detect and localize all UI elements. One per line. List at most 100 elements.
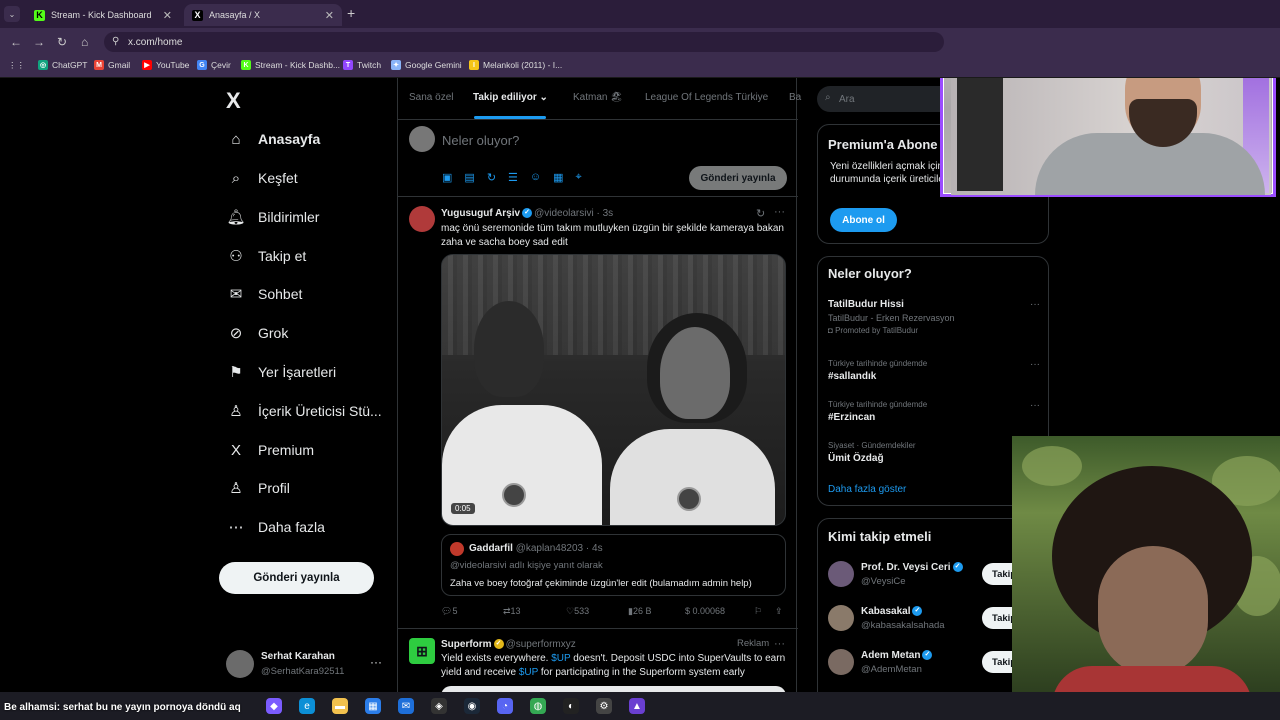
follow-suggestion[interactable]: Adem Metan ✓ @AdemMetan Takip et [828,649,1042,679]
reply-button[interactable]: 💬︎ 5 [441,606,457,617]
forward-icon[interactable]: → [33,35,45,49]
bookmark-item[interactable]: G Çevir [197,60,231,70]
views-button[interactable]: ▮ 26 B [628,606,651,617]
browser-tab-x[interactable]: X Anasayfa / X ✕ [184,4,342,26]
like-button[interactable]: ♡ 533 [566,606,589,617]
store-icon[interactable]: ▦ [365,698,381,714]
close-icon[interactable]: ✕ [163,9,172,22]
folder-icon[interactable]: ▬ [332,698,348,714]
edge-icon[interactable]: e [299,698,315,714]
tweet-author[interactable]: Yugusuguf Arşiv ✓ @videolarsivi · 3s [441,208,613,219]
discord-icon[interactable]: ◔ [497,698,513,714]
address-bar-row: ← → ↻ ⌂ ⚲ x.com/home [0,28,1280,56]
sidebar-item[interactable]: ⌂ Anasayfa [226,124,320,154]
bookmark-item[interactable]: K Stream - Kick Dashb... [241,60,340,70]
tab-ba[interactable]: Ba [789,92,801,103]
tab-katman[interactable]: Katman 🏖 [573,92,623,103]
poll-icon[interactable]: ☰ [508,171,518,184]
retweet-button[interactable]: ⇄ 13 [503,606,521,617]
image-icon[interactable]: ▣ [442,171,452,184]
settings-icon[interactable]: ⚙ [596,698,612,714]
mail-app-icon[interactable]: ✉ [398,698,414,714]
trend-item[interactable]: Siyaset · Gündemdekiler Ümit Özdağ [828,441,1040,464]
compose-input[interactable]: Neler oluyor? [442,133,519,148]
location-icon[interactable]: ⌖ [576,171,582,184]
follow-suggestion[interactable]: Kabasakal ✓ @kabasakalsahada Takip et [828,605,1042,635]
trend-context: Türkiye tarihinde gündemde [828,359,928,368]
browser-tab-kick[interactable]: K Stream - Kick Dashboard ✕ [26,4,180,26]
bookmark-item[interactable]: I Melankoli (2011) - I... [469,60,562,70]
back-icon[interactable]: ← [10,35,22,49]
emoji-icon[interactable]: ☺ [530,171,541,184]
sidebar-item[interactable]: ⋯ Daha fazla [226,512,325,542]
tab-following[interactable]: Takip ediliyor ⌄ [473,92,548,103]
more-icon[interactable]: ··· [774,638,785,650]
cashtag-link[interactable]: $UP [519,667,538,678]
who-to-follow-title: Kimi takip etmeli [828,529,932,544]
reload-icon[interactable]: ↻ [57,35,67,49]
tweet-author[interactable]: Superform ✓ @superformxyz [441,639,576,650]
close-icon[interactable]: ✕ [325,9,334,22]
bookmark-item[interactable]: ◎ ChatGPT [38,60,87,70]
subscribe-button[interactable]: Abone ol [830,208,897,232]
show-more-link[interactable]: Daha fazla göster [828,484,906,495]
sidebar-item-label: Profil [258,480,290,496]
sidebar-item[interactable]: ⚑ Yer İşaretleri [226,357,336,387]
sidebar-item[interactable]: ✉ Sohbet [226,279,303,309]
app-icon[interactable]: ◈ [431,698,447,714]
trend-item[interactable]: Türkiye tarihinde gündemde #Erzincan ··· [828,400,1040,423]
avatar[interactable] [409,206,435,232]
bookmark-item[interactable]: ▶ YouTube [142,60,189,70]
url-field[interactable]: ⚲ x.com/home [104,32,944,52]
tweet-video[interactable]: 0:05 [441,254,786,526]
site-info-icon[interactable]: ⚲ [112,36,119,47]
bookmark-item[interactable]: M Gmail [94,60,130,70]
grok-icon[interactable]: ↻ [756,207,765,220]
apps-grid-icon[interactable]: ⋮⋮ [8,60,25,71]
share-icon[interactable]: ⇪ [775,606,783,617]
more-icon[interactable]: ··· [1030,400,1040,411]
sidebar-item[interactable]: 🔔︎ Bildirimler [226,202,319,232]
cashtag-link[interactable]: $UP [551,653,570,664]
sidebar-item[interactable]: ⌕ Keşfet [226,163,298,193]
more-icon[interactable]: ··· [774,206,785,218]
more-icon[interactable]: ··· [370,655,382,669]
compose-post-button[interactable]: Gönderi yayınla [689,166,787,190]
sidebar-item[interactable]: X Premium [226,435,314,465]
tweet-actions: 💬︎ 5 ⇄ 13 ♡ 533 ▮ 26 B $ 0.00068 ⚐ ⇪ [441,606,786,620]
bell-icon: 🔔︎ [226,209,246,226]
copilot-icon[interactable]: ◆ [266,698,282,714]
account-switcher[interactable]: Serhat Karahan @SerhatKara92511 ··· [226,650,386,680]
trend-sub: TatilBudur - Erken Rezervasyon [828,313,955,323]
tab-lol-turkiye[interactable]: League Of Legends Türkiye [645,92,768,103]
bookmark-item[interactable]: ✦ Google Gemini [391,60,462,70]
trend-item[interactable]: TatilBudur Hissi TatilBudur - Erken Reze… [828,299,1040,335]
schedule-icon[interactable]: ▦ [553,171,563,184]
sidebar-item[interactable]: ♙ Profil [226,473,290,503]
post-button[interactable]: Gönderi yayınla [219,562,374,594]
sidebar-item[interactable]: ⚇ Takip et [226,241,306,271]
webcam-chair [957,78,1003,191]
follow-suggestion[interactable]: Prof. Dr. Veysi Ceri ✓ @VeysiCe Takip et [828,561,1042,591]
steam-icon[interactable]: ◉ [464,698,480,714]
tab-label: Stream - Kick Dashboard [51,10,152,20]
more-icon[interactable]: ··· [1030,299,1040,310]
sidebar-item[interactable]: ⊘ Grok [226,318,289,348]
obs-icon[interactable]: ◐ [563,698,579,714]
superform-logo[interactable]: ⊞ [409,638,435,664]
trend-item[interactable]: Türkiye tarihinde gündemde #sallandık ··… [828,359,1040,382]
bookmark-item[interactable]: T Twitch [343,60,381,70]
new-tab-button[interactable]: + [347,5,355,21]
more-icon[interactable]: ··· [1030,359,1040,370]
app2-icon[interactable]: ▲ [629,698,645,714]
tab-search-icon[interactable]: ⌄ [4,6,20,22]
sidebar-item[interactable]: ♙ İçerik Üreticisi Stü... [226,396,381,426]
grok-icon[interactable]: ↻ [487,171,496,184]
gif-icon[interactable]: ▤ [464,171,474,184]
bookmark-icon[interactable]: ⚐ [754,606,762,617]
home-icon[interactable]: ⌂ [81,35,88,49]
quoted-tweet[interactable]: Gaddarfil @kaplan48203 · 4s @videolarsiv… [441,534,786,596]
tab-for-you[interactable]: Sana özel [409,92,453,103]
chrome-icon[interactable]: ◍ [530,698,546,714]
x-logo-icon[interactable]: X [226,88,241,114]
